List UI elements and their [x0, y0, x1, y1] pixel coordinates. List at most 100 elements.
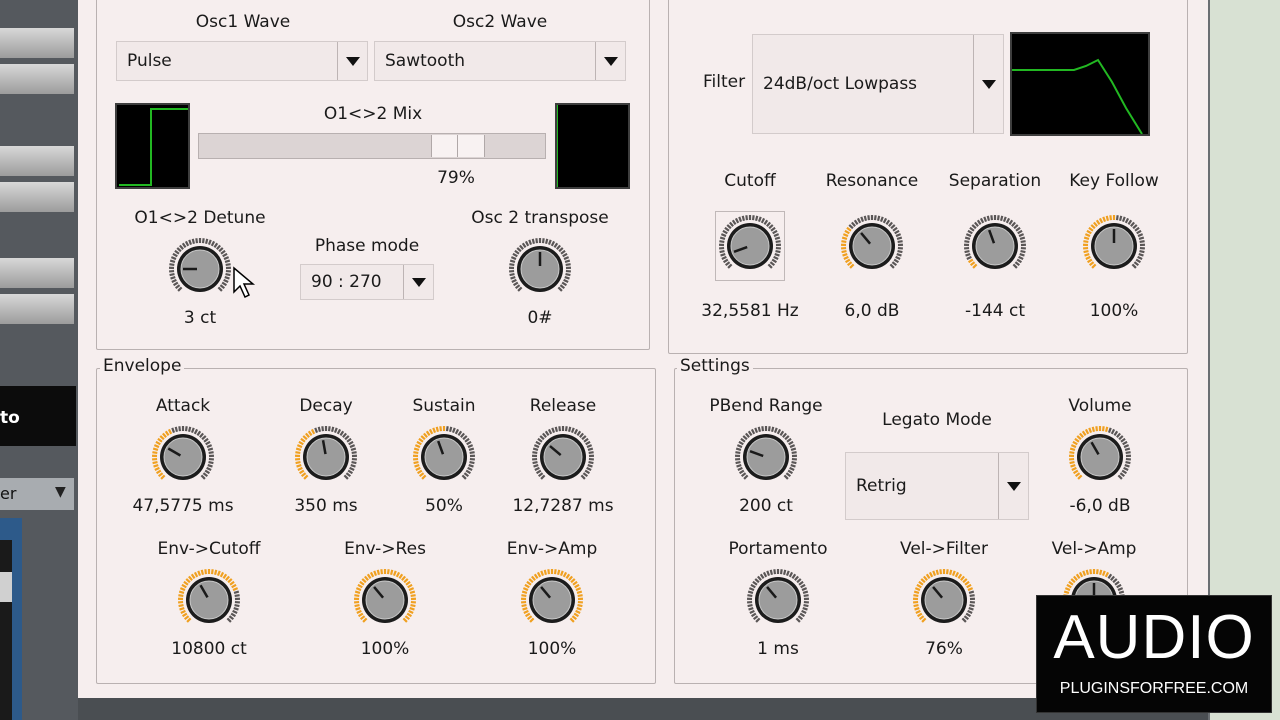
legato-mode-value: Retrig	[856, 476, 907, 496]
volume-label: Volume	[1068, 396, 1132, 416]
host-button[interactable]	[0, 64, 74, 94]
pbend-label: PBend Range	[709, 396, 823, 416]
phase-mode-label: Phase mode	[314, 236, 420, 256]
mouse-cursor-icon	[233, 266, 256, 299]
transpose-value: 0#	[527, 308, 553, 328]
env-amp-label: Env->Amp	[506, 539, 598, 559]
chevron-down-icon	[981, 79, 996, 89]
resonance-knob[interactable]	[837, 211, 907, 281]
osc2-wave-display	[555, 103, 630, 189]
detune-value: 3 ct	[183, 308, 217, 328]
mix-slider[interactable]	[198, 133, 546, 159]
decay-value: 350 ms	[294, 496, 358, 516]
watermark-small-text: PLUGINSFORFREE.COM	[1059, 680, 1249, 697]
mix-slider-grip	[457, 135, 458, 157]
chevron-down-icon	[345, 56, 360, 66]
osc2-dropdown-button[interactable]	[595, 42, 625, 80]
vel-filter-knob[interactable]	[909, 565, 979, 635]
transpose-label: Osc 2 transpose	[471, 208, 609, 228]
osc2-wave-select[interactable]: Sawtooth	[374, 41, 626, 81]
sawtooth-wave-icon	[556, 105, 558, 187]
cutoff-knob[interactable]	[715, 211, 785, 281]
mix-value: 79%	[437, 168, 475, 188]
filter-type-select[interactable]: 24dB/oct Lowpass	[752, 34, 1004, 134]
resonance-label: Resonance	[825, 171, 919, 191]
osc1-wave-value: Pulse	[127, 51, 172, 71]
osc1-wave-display	[115, 103, 190, 189]
osc2-wave-label: Osc2 Wave	[452, 12, 548, 32]
legato-dropdown-button[interactable]	[998, 453, 1028, 519]
cutoff-label: Cutoff	[724, 171, 776, 191]
mix-slider-handle[interactable]	[431, 135, 485, 157]
vel-filter-value: 76%	[925, 639, 963, 659]
sustain-value: 50%	[425, 496, 463, 516]
env-cutoff-label: Env->Cutoff	[157, 539, 261, 559]
chevron-down-icon	[1006, 481, 1021, 491]
pbend-value: 200 ct	[739, 496, 793, 516]
filter-type-value: 24dB/oct Lowpass	[763, 74, 918, 94]
keyfollow-value: 100%	[1089, 301, 1139, 321]
cutoff-value: 32,5581 Hz	[701, 301, 799, 321]
phase-dropdown-button[interactable]	[403, 265, 433, 299]
keyfollow-label: Key Follow	[1069, 171, 1159, 191]
host-button[interactable]	[0, 146, 74, 176]
transpose-knob[interactable]	[505, 234, 575, 304]
env-amp-knob[interactable]	[517, 565, 587, 635]
pbend-knob[interactable]	[731, 422, 801, 492]
env-cutoff-value: 10800 ct	[171, 639, 247, 659]
phase-mode-value: 90 : 270	[311, 272, 382, 292]
mix-label: O1<>2 Mix	[323, 104, 423, 124]
envelope-title: Envelope	[100, 356, 185, 376]
volume-knob[interactable]	[1065, 422, 1135, 492]
release-label: Release	[529, 396, 597, 416]
portamento-value: 1 ms	[757, 639, 799, 659]
volume-value: -6,0 dB	[1069, 496, 1131, 516]
host-button[interactable]	[0, 258, 74, 288]
env-amp-value: 100%	[527, 639, 577, 659]
vel-filter-label: Vel->Filter	[900, 539, 988, 559]
attack-knob[interactable]	[148, 422, 218, 492]
host-button[interactable]	[0, 294, 74, 324]
filter-dropdown-button[interactable]	[973, 35, 1003, 133]
separation-value: -144 ct	[965, 301, 1025, 321]
release-value: 12,7287 ms	[512, 496, 614, 516]
sustain-label: Sustain	[412, 396, 476, 416]
separation-label: Separation	[948, 171, 1042, 191]
detune-label: O1<>2 Detune	[134, 208, 266, 228]
separation-knob[interactable]	[960, 211, 1030, 281]
decay-knob[interactable]	[291, 422, 361, 492]
release-knob[interactable]	[528, 422, 598, 492]
chevron-down-icon	[411, 277, 426, 287]
portamento-knob[interactable]	[743, 565, 813, 635]
host-button[interactable]	[0, 182, 74, 212]
osc1-wave-label: Osc1 Wave	[195, 12, 291, 32]
osc2-wave-value: Sawtooth	[385, 51, 466, 71]
env-cutoff-knob[interactable]	[174, 565, 244, 635]
decay-label: Decay	[299, 396, 353, 416]
env-res-value: 100%	[360, 639, 410, 659]
host-button[interactable]	[0, 28, 74, 58]
watermark-big-text: AUDIO	[1053, 603, 1255, 672]
host-dropdown-arrow-icon: ▼	[55, 484, 66, 500]
lowpass-curve-icon	[1012, 58, 1143, 135]
attack-value: 47,5775 ms	[132, 496, 234, 516]
watermark-logo: AUDIO PLUGINSFORFREE.COM	[1036, 595, 1272, 713]
osc1-dropdown-button[interactable]	[337, 42, 367, 80]
detune-knob[interactable]	[165, 234, 235, 304]
env-res-knob[interactable]	[350, 565, 420, 635]
host-fader-handle[interactable]	[0, 572, 12, 602]
chevron-down-icon	[603, 56, 618, 66]
host-dropdown-label: er	[0, 484, 17, 503]
osc1-wave-select[interactable]: Pulse	[116, 41, 368, 81]
sustain-knob[interactable]	[409, 422, 479, 492]
portamento-label: Portamento	[728, 539, 828, 559]
resonance-value: 6,0 dB	[844, 301, 900, 321]
phase-mode-select[interactable]: 90 : 270	[300, 264, 434, 300]
vel-amp-label: Vel->Amp	[1051, 539, 1137, 559]
host-fader[interactable]	[0, 540, 12, 720]
host-track-label: to	[0, 408, 20, 428]
attack-label: Attack	[155, 396, 211, 416]
legato-mode-select[interactable]: Retrig	[845, 452, 1029, 520]
keyfollow-knob[interactable]	[1079, 211, 1149, 281]
env-res-label: Env->Res	[344, 539, 426, 559]
